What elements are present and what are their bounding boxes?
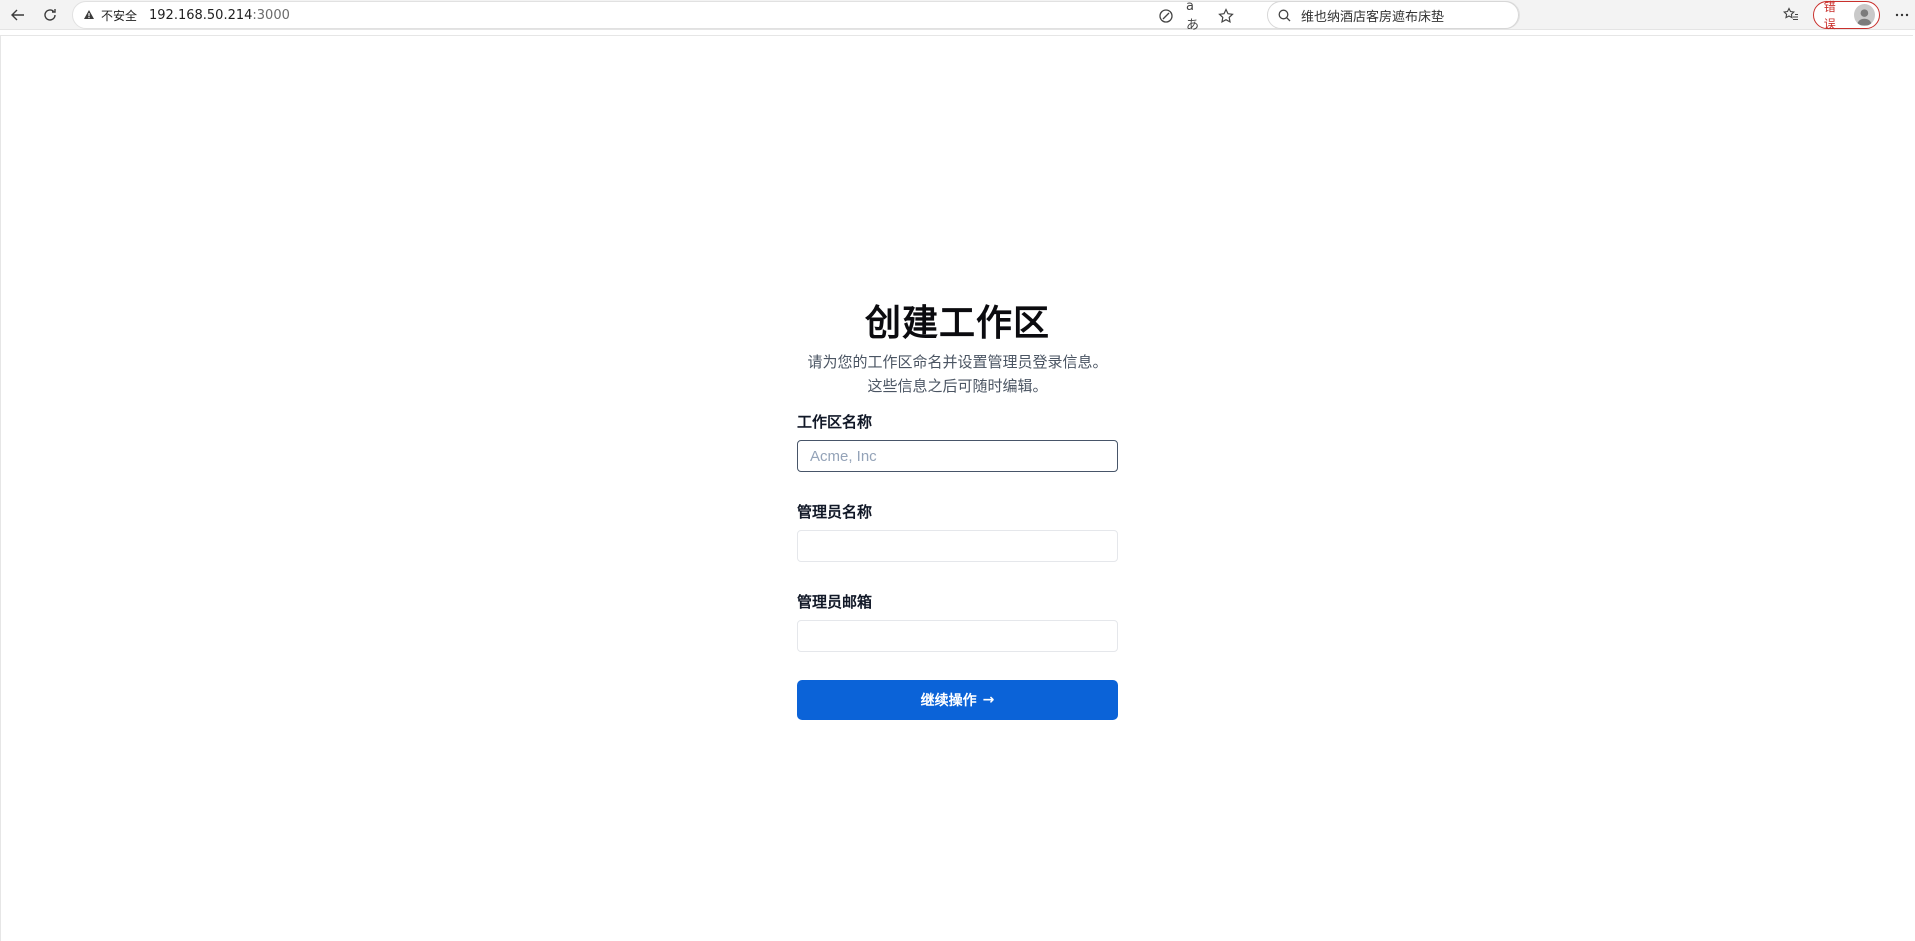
error-label: 错误 — [1823, 0, 1836, 31]
warning-icon — [84, 10, 94, 19]
workspace-name-field: 工作区名称 — [797, 412, 1118, 472]
avatar — [1854, 4, 1876, 26]
arrow-right-icon: → — [982, 692, 995, 708]
admin-name-label: 管理员名称 — [797, 503, 873, 521]
admin-email-label: 管理员邮箱 — [797, 593, 873, 611]
search-box[interactable]: 维也纳酒店客房遮布床垫 — [1267, 1, 1519, 29]
more-dots-icon — [1895, 13, 1908, 17]
reload-button[interactable] — [36, 1, 64, 29]
copilot-icon[interactable] — [1156, 6, 1176, 26]
browser-toolbar: 不安全 192.168.50.214:3000 aあ 维也纳酒店客房遮布床垫 错… — [0, 0, 1915, 33]
profile-error-button[interactable]: 错误 — [1812, 0, 1881, 31]
back-button[interactable] — [4, 1, 32, 29]
subtitle-line-1: 请为您的工作区命名并设置管理员登录信息。 — [807, 353, 1108, 371]
user-avatar-icon — [1857, 9, 1873, 26]
browser-right-tools: 错误 — [1778, 0, 1915, 31]
security-label: 不安全 — [101, 8, 138, 23]
continue-button[interactable]: 继续操作 → — [797, 680, 1118, 720]
admin-email-input[interactable] — [797, 620, 1118, 652]
more-menu-button[interactable] — [1888, 1, 1915, 29]
search-text: 维也纳酒店客房遮布床垫 — [1301, 9, 1445, 25]
page-title: 创建工作区 — [864, 303, 1050, 344]
search-icon — [1278, 9, 1291, 21]
workspace-name-input[interactable] — [797, 440, 1118, 472]
reload-icon — [44, 8, 56, 21]
create-workspace-form: 创建工作区 请为您的工作区命名并设置管理员登录信息。 这些信息之后可随时编辑。 … — [797, 302, 1118, 720]
subtitle-line-2: 这些信息之后可随时编辑。 — [867, 377, 1048, 395]
admin-name-field: 管理员名称 — [797, 502, 1118, 562]
admin-name-input[interactable] — [797, 530, 1118, 562]
translate-icon[interactable]: aあ — [1186, 0, 1206, 33]
admin-email-field: 管理员邮箱 — [797, 592, 1118, 652]
url-host: 192.168.50.214 — [149, 7, 253, 23]
security-indicator[interactable]: 不安全 — [83, 7, 137, 24]
address-bar[interactable]: 不安全 192.168.50.214:3000 aあ 维也纳酒店客房遮布床垫 — [72, 0, 1520, 33]
url-port: :3000 — [252, 7, 290, 23]
back-arrow-icon — [11, 9, 24, 20]
address-bar-actions: aあ — [1156, 0, 1236, 33]
favorite-star-icon[interactable] — [1216, 6, 1236, 26]
continue-label: 继续操作 — [920, 693, 977, 709]
favorites-list-button[interactable] — [1778, 1, 1805, 29]
favorites-list-icon — [1783, 7, 1799, 21]
page-content: 创建工作区 请为您的工作区命名并设置管理员登录信息。 这些信息之后可随时编辑。 … — [0, 35, 1913, 941]
workspace-name-label: 工作区名称 — [797, 413, 873, 431]
